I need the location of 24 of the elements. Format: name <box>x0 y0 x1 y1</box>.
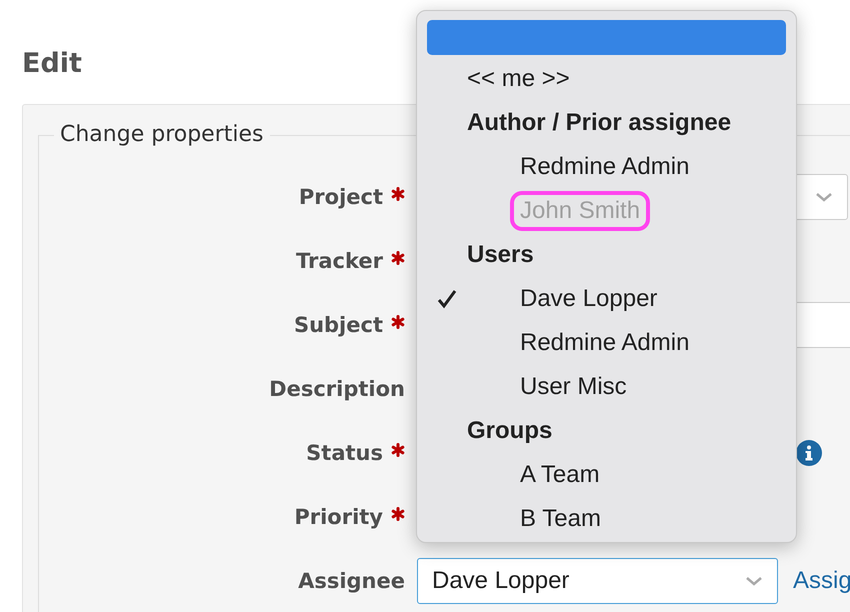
field-label: Status <box>306 441 383 465</box>
menu-option[interactable]: << me >> <box>417 57 796 101</box>
field-label: Assignee <box>298 569 405 593</box>
menu-option[interactable]: A Team <box>520 461 600 489</box>
menu-option[interactable]: Dave Lopper <box>520 285 658 313</box>
assign-link[interactable]: Assig <box>793 567 850 595</box>
menu-option[interactable]: B Team <box>520 505 601 533</box>
field-label: Tracker <box>296 249 383 273</box>
menu-option[interactable]: Redmine Admin <box>520 329 690 357</box>
field-label: Project <box>298 185 383 209</box>
group-header: Groups <box>466 416 554 446</box>
field-label: Subject <box>294 313 383 337</box>
fieldset-legend: Change properties <box>54 121 270 149</box>
group-header: Users <box>466 240 535 270</box>
chevron-down-icon <box>815 191 833 203</box>
chevron-down-icon <box>745 575 763 587</box>
menu-option[interactable]: Redmine Admin <box>520 153 690 181</box>
page-title: Edit <box>22 47 82 81</box>
field-label: Description <box>269 377 405 401</box>
assignee-select[interactable]: Dave Lopper <box>417 558 778 604</box>
group-header: Author / Prior assignee <box>466 108 732 138</box>
field-label: Priority <box>294 505 383 529</box>
menu-option[interactable]: User Misc <box>520 373 627 401</box>
info-icon[interactable] <box>796 440 822 466</box>
